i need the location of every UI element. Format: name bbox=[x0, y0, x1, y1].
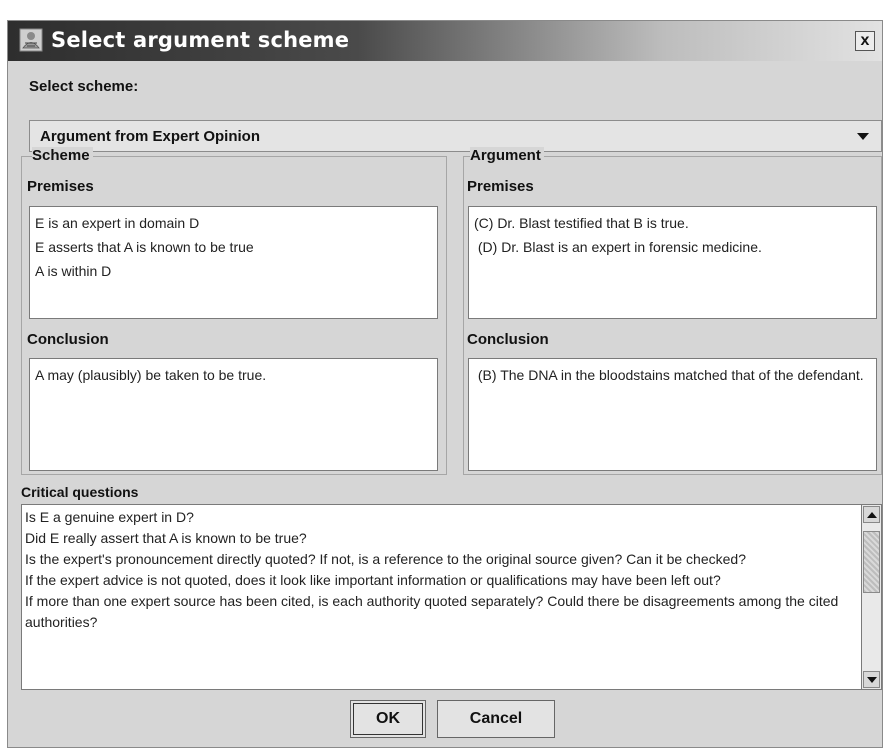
scheme-premises-label: Premises bbox=[27, 178, 94, 195]
premise-line: (C) Dr. Blast testified that B is true. bbox=[474, 215, 689, 231]
critical-question: Did E really assert that A is known to b… bbox=[25, 530, 307, 546]
argument-premises-textarea[interactable]: (C) Dr. Blast testified that B is true. … bbox=[468, 206, 877, 319]
scheme-group-title: Scheme bbox=[32, 147, 93, 164]
arrow-up-icon bbox=[867, 512, 877, 518]
ok-button[interactable]: OK bbox=[350, 700, 426, 738]
scheme-dropdown-value: Argument from Expert Opinion bbox=[40, 128, 261, 145]
critical-question: Is E a genuine expert in D? bbox=[25, 509, 194, 525]
select-scheme-label: Select scheme: bbox=[29, 78, 139, 95]
argument-premises-label: Premises bbox=[467, 178, 534, 195]
title-bar[interactable]: Select argument scheme x bbox=[8, 21, 882, 61]
arrow-down-icon bbox=[867, 677, 877, 683]
premise-line: A is within D bbox=[35, 263, 112, 279]
conclusion-text: A may (plausibly) be taken to be true. bbox=[35, 367, 267, 383]
scrollbar-thumb[interactable] bbox=[863, 531, 880, 593]
vertical-scrollbar[interactable] bbox=[862, 504, 882, 690]
critical-questions-textarea[interactable]: Is E a genuine expert in D? Did E really… bbox=[21, 504, 862, 690]
critical-question: If more than one expert source has been … bbox=[25, 593, 839, 630]
chevron-down-icon[interactable] bbox=[857, 133, 869, 140]
conclusion-text: (B) The DNA in the bloodstains matched t… bbox=[474, 367, 864, 383]
argument-group-title: Argument bbox=[470, 147, 544, 164]
scheme-conclusion-textarea[interactable]: A may (plausibly) be taken to be true. bbox=[29, 358, 438, 471]
scroll-down-button[interactable] bbox=[863, 671, 880, 688]
cancel-button[interactable]: Cancel bbox=[437, 700, 555, 738]
select-argument-scheme-dialog: Select argument scheme x Select scheme: … bbox=[7, 20, 883, 748]
dialog-title: Select argument scheme bbox=[51, 28, 350, 52]
scheme-conclusion-label: Conclusion bbox=[27, 331, 109, 348]
premise-line: (D) Dr. Blast is an expert in forensic m… bbox=[474, 239, 762, 255]
scheme-premises-textarea[interactable]: E is an expert in domain D E asserts tha… bbox=[29, 206, 438, 319]
scroll-up-button[interactable] bbox=[863, 506, 880, 523]
premise-line: E is an expert in domain D bbox=[35, 215, 200, 231]
premise-line: E asserts that A is known to be true bbox=[35, 239, 254, 255]
close-button[interactable]: x bbox=[855, 31, 875, 51]
argument-conclusion-textarea[interactable]: (B) The DNA in the bloodstains matched t… bbox=[468, 358, 877, 471]
critical-question: If the expert advice is not quoted, does… bbox=[25, 572, 721, 588]
critical-questions-label: Critical questions bbox=[21, 484, 139, 500]
argument-conclusion-label: Conclusion bbox=[467, 331, 549, 348]
critical-question: Is the expert's pronouncement directly q… bbox=[25, 551, 746, 567]
scheme-dropdown[interactable]: Argument from Expert Opinion bbox=[29, 120, 882, 152]
app-icon bbox=[19, 28, 43, 52]
